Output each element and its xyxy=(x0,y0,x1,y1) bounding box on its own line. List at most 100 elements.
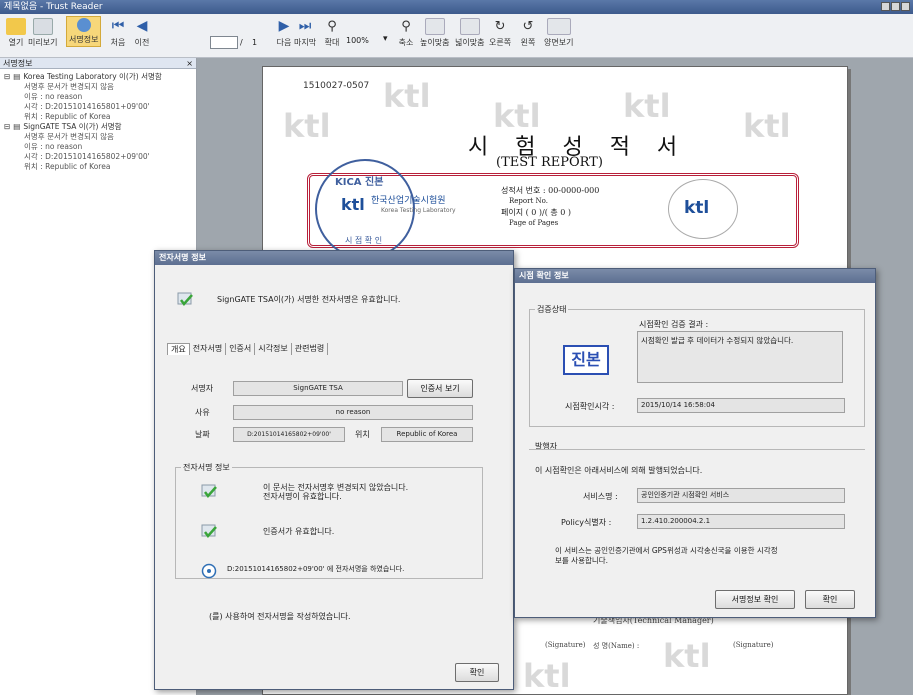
sig-info-confirm-button[interactable]: 서명정보 확인 xyxy=(715,590,795,609)
location-field: Republic of Korea xyxy=(381,427,473,442)
issuer-message: 이 시점확인은 아래서비스에 의해 발행되었습니다. xyxy=(535,466,703,475)
signer-field: SignGATE TSA xyxy=(233,381,403,396)
fit-width-icon xyxy=(459,18,480,35)
expand-icon[interactable]: ⊟ xyxy=(4,72,10,82)
zoom-out-button[interactable]: ⚲ 축소 xyxy=(396,18,416,48)
minimize-button[interactable] xyxy=(881,2,890,11)
preview-icon xyxy=(32,18,53,35)
rotate-left-icon: ↺ xyxy=(522,19,534,34)
watermark: ktl xyxy=(663,637,711,675)
close-window-button[interactable] xyxy=(901,2,910,11)
tab-legal[interactable]: 관련법령 xyxy=(292,343,329,355)
signature-info-dialog: 전자서명 정보 SignGATE TSA이(가) 서명한 전자서명은 유효합니다… xyxy=(154,250,514,690)
folder-icon xyxy=(6,18,26,35)
reason-label: 사유 xyxy=(195,408,210,417)
expand-icon[interactable]: ⊟ xyxy=(4,122,10,132)
date-field: D:20151014165802+09'00' xyxy=(233,427,345,442)
cert-valid-check-icon xyxy=(201,523,218,540)
next-page-button[interactable]: ▶ 다음 xyxy=(274,18,294,48)
view-cert-button[interactable]: 인증서 보기 xyxy=(407,379,473,398)
rotate-right-button[interactable]: ↻ 오른쪽 xyxy=(489,18,511,48)
ktl-logo: ktl xyxy=(341,195,365,214)
window-controls xyxy=(881,2,910,11)
maximize-button[interactable] xyxy=(891,2,900,11)
open-button[interactable]: 열기 xyxy=(6,18,26,48)
signature-tree: ⊟ ▤ Korea Testing Laboratory 이(가) 서명함 서명… xyxy=(0,69,196,175)
time-field: 2015/10/14 16:58:04 xyxy=(637,398,845,413)
preview-button[interactable]: 미리보기 xyxy=(28,18,57,48)
result-box: 시점확인 발급 후 데이터가 수정되지 않았습니다. xyxy=(637,331,843,383)
tab-certificate[interactable]: 인증서 xyxy=(226,343,256,355)
status-signed-time: D:20151014165802+09'00' 에 전자서명을 하였습니다. xyxy=(227,565,405,573)
fit-height-button[interactable]: 높이맞춤 xyxy=(420,18,449,48)
signature-icon xyxy=(76,18,91,32)
time-label: 시점확인시각 : xyxy=(565,402,615,411)
fit-height-icon xyxy=(424,18,445,35)
gps-message: 이 서비스는 공인인증기관에서 GPS위성과 시각송신국을 이용한 시각정 보를… xyxy=(555,546,778,565)
tab-time-info[interactable]: 시각정보 xyxy=(255,343,292,355)
sign-info-button[interactable]: 서명정보 xyxy=(66,16,102,47)
dialog-title: 전자서명 정보 xyxy=(155,251,513,265)
two-page-button[interactable]: 양면보기 xyxy=(544,18,573,48)
zoom-level[interactable]: 100% xyxy=(346,36,369,45)
cert-info: 성적서 번호 : 00-0000-000 Report No. 페이지 ( 0 … xyxy=(501,186,600,227)
watermark: ktl xyxy=(523,657,571,695)
tab-overview[interactable]: 개요 xyxy=(167,343,190,355)
tree-detail: 서명후 문서가 변경되지 않음 xyxy=(24,132,114,141)
tree-detail: 이유 : no reason xyxy=(24,142,83,151)
ktl-badge: ktl xyxy=(668,179,738,239)
zoom-dropdown-icon[interactable]: ▾ xyxy=(383,34,388,44)
signature-label: (Signature) xyxy=(733,641,774,649)
service-field: 공인인증기관 시점확인 서비스 xyxy=(637,488,845,503)
service-label: 서비스명 : xyxy=(583,492,618,501)
fit-width-button[interactable]: 넓이맞춤 xyxy=(455,18,484,48)
tree-item[interactable]: ⊟ ▤ SignGATE TSA 이(가) 서명함 xyxy=(4,122,192,132)
doc-subtitle: (TEST REPORT) xyxy=(496,155,603,170)
page-number-input[interactable] xyxy=(210,36,238,49)
issuer-group-label: 발행자 xyxy=(535,442,558,451)
authentic-seal: 진본 xyxy=(563,345,609,375)
ok-button[interactable]: 확인 xyxy=(805,590,855,609)
timestamp-info-dialog: 시점 확인 정보 검증상태 시점확인 검증 결과 : 시점확인 발급 후 데이터… xyxy=(514,268,876,618)
tab-bar: 개요 전자서명 인증서 시각정보 관련법령 xyxy=(167,343,329,355)
tree-item[interactable]: ⊟ ▤ Korea Testing Laboratory 이(가) 서명함 xyxy=(4,72,192,82)
ok-button[interactable]: 확인 xyxy=(455,663,499,682)
tree-detail: 시각 : D:20151014165802+09'00' xyxy=(24,152,150,161)
page-total: 1 xyxy=(252,38,258,47)
rotate-right-icon: ↻ xyxy=(494,19,506,34)
status-cert-valid: 인증서가 유효합니다. xyxy=(263,527,335,536)
date-label: 날짜 xyxy=(195,430,210,439)
tree-detail: 위치 : Republic of Korea xyxy=(24,112,111,121)
tab-signature[interactable]: 전자서명 xyxy=(190,343,227,355)
reason-field: no reason xyxy=(233,405,473,420)
watermark: ktl xyxy=(383,77,431,115)
panel-close-icon[interactable]: × xyxy=(186,58,193,69)
prev-page-button[interactable]: ◀ 이전 xyxy=(132,18,152,48)
header-message: SignGATE TSA이(가) 서명한 전자서명은 유효합니다. xyxy=(217,295,401,304)
policy-field: 1.2.410.200004.2.1 xyxy=(637,514,845,529)
dialog-title: 시점 확인 정보 xyxy=(515,269,875,283)
valid-check-icon xyxy=(177,291,194,308)
window-titlebar: 제목없음 - Trust Reader xyxy=(0,0,913,14)
panel-header: 서명정보 × xyxy=(0,58,196,69)
first-page-button[interactable]: ⏮ 처음 xyxy=(108,18,128,48)
tree-detail: 서명후 문서가 변경되지 않음 xyxy=(24,82,114,91)
org-name-ko: 한국산업기술시험원 xyxy=(371,196,446,206)
zoom-in-button[interactable]: ⚲ 확대 xyxy=(322,18,342,48)
last-page-button[interactable]: ⏭ 마지막 xyxy=(294,18,316,48)
magnifier-minus-icon: ⚲ xyxy=(401,19,411,34)
signer-label: 서명자 xyxy=(191,384,214,393)
signature-label: (Signature) xyxy=(545,641,586,649)
issuer-divider xyxy=(529,449,865,450)
doc-number: 1510027-0507 xyxy=(303,81,370,91)
location-label: 위치 xyxy=(355,430,370,439)
toolbar: 열기 미리보기 서명정보 ⏮ 처음 ◀ 이전 / 1 ▶ 다음 ⏭ 마지막 ⚲ … xyxy=(0,14,913,58)
two-page-icon xyxy=(546,18,571,35)
watermark: ktl xyxy=(743,107,791,145)
signature-icon: ▤ xyxy=(13,122,21,131)
first-page-icon: ⏮ xyxy=(111,18,125,34)
org-name-en: Korea Testing Laboratory xyxy=(381,207,456,214)
rotate-left-button[interactable]: ↺ 왼쪽 xyxy=(518,18,538,48)
watermark: ktl xyxy=(283,107,331,145)
footer-message: (를) 사용하여 전자서명을 작성하였습니다. xyxy=(209,612,351,621)
